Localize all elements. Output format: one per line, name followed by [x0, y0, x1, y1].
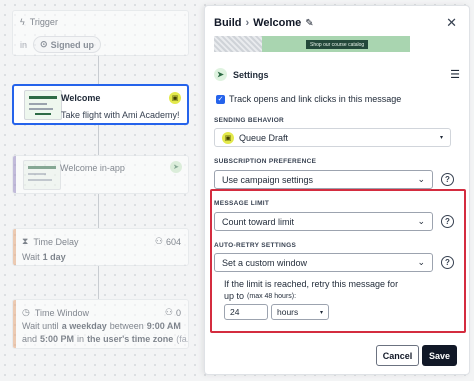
subscription-value: Use campaign settings: [222, 174, 314, 185]
connector-line: [98, 266, 99, 299]
send-icon: ➤: [214, 68, 227, 81]
trigger-in-label: in: [20, 39, 28, 50]
delay-wait-value: 1 day: [42, 252, 66, 262]
hourglass-icon: ⧗: [22, 236, 29, 246]
window-text: (fa...: [176, 334, 189, 344]
auto-retry-value: Set a custom window: [222, 257, 308, 268]
clock-icon: ◷: [22, 307, 30, 317]
delay-count: 604: [165, 236, 181, 247]
track-checkbox[interactable]: ✓: [216, 94, 225, 104]
settings-label: Settings: [233, 69, 269, 80]
trigger-card[interactable]: ϟ Trigger in ⊙ Signed up: [12, 10, 189, 56]
inapp-card-title: Welcome in-app: [60, 163, 125, 173]
retry-description: If the limit is reached, retry this mess…: [224, 279, 399, 289]
queue-draft-icon: ▣: [169, 92, 181, 104]
track-clicks-row[interactable]: ✓ Track opens and link clicks in this me…: [216, 94, 401, 104]
delay-title: Time Delay: [33, 236, 79, 247]
connector-line: [98, 194, 99, 228]
sending-behavior-label: SENDING BEHAVIOR: [214, 117, 285, 124]
panel-title: Welcome: [253, 17, 302, 29]
person-icon: ⚇: [164, 307, 173, 317]
message-limit-select[interactable]: Count toward limit ⌄: [214, 212, 433, 231]
chevron-down-icon: ⌄: [417, 216, 425, 226]
inapp-thumbnail: [23, 160, 61, 190]
save-button[interactable]: Save: [422, 345, 457, 366]
caret-down-icon: ▾: [439, 135, 443, 141]
retry-unit-value: hours: [277, 307, 299, 317]
person-icon: ⚇: [154, 236, 163, 246]
window-text: Wait until: [22, 321, 59, 331]
send-icon: ➤: [170, 161, 182, 173]
message-limit-label: MESSAGE LIMIT: [214, 200, 270, 207]
window-text: a weekday: [61, 321, 107, 331]
settings-header: ➤ Settings ☰: [214, 68, 460, 81]
help-icon[interactable]: ?: [441, 256, 454, 269]
queue-draft-icon: ▣: [222, 131, 234, 144]
window-text: the user's time zone: [87, 334, 174, 344]
retry-description: up to: [224, 291, 245, 301]
window-title: Time Window: [34, 307, 90, 318]
close-icon[interactable]: ✕: [446, 15, 457, 31]
welcome-email-card[interactable]: Welcome Take flight with Ami Academy! ▣: [12, 84, 189, 125]
help-icon[interactable]: ?: [441, 173, 454, 186]
caret-down-icon: ▾: [319, 309, 323, 316]
lightning-icon: ϟ: [20, 17, 25, 27]
connector-line: [98, 125, 99, 155]
email-preview-banner: Shop our course catalog: [214, 36, 410, 52]
workflow-canvas: ϟ Trigger in ⊙ Signed up Welcome Take fl…: [0, 0, 200, 381]
breadcrumb-separator: ›: [245, 17, 250, 29]
auto-retry-select[interactable]: Set a custom window ⌄: [214, 253, 433, 272]
segment-chip-label: Signed up: [50, 39, 95, 50]
help-icon[interactable]: ?: [441, 215, 454, 228]
auto-retry-label: AUTO-RETRY SETTINGS: [214, 242, 297, 249]
retry-unit-select[interactable]: hours ▾: [271, 304, 329, 320]
chevron-down-icon: ⌄: [417, 174, 425, 184]
breadcrumb-build[interactable]: Build: [214, 17, 242, 29]
pencil-icon[interactable]: ✎: [305, 18, 313, 29]
email-thumbnail: [24, 90, 62, 120]
sending-behavior-value: Queue Draft: [239, 132, 289, 143]
subscription-select[interactable]: Use campaign settings ⌄: [214, 170, 433, 189]
message-limit-value: Count toward limit: [222, 216, 295, 227]
sending-behavior-select[interactable]: ▣ Queue Draft ▾: [214, 128, 451, 147]
retry-amount-input[interactable]: 24: [224, 304, 268, 320]
time-window-card[interactable]: ◷ Time Window ⚇ 0 Wait until a weekday b…: [12, 299, 189, 349]
window-text: and: [22, 334, 38, 344]
window-count: 0: [175, 307, 181, 318]
delay-wait-prefix: Wait: [22, 252, 40, 262]
time-delay-card[interactable]: ⧗ Time Delay ⚇ 604 Wait 1 day: [12, 228, 189, 266]
message-settings-panel: Build › Welcome ✎ ✕ Shop our course cata…: [204, 5, 470, 375]
panel-header: Build › Welcome ✎: [214, 17, 314, 29]
window-text: in: [77, 334, 85, 344]
sliders-icon[interactable]: ☰: [450, 68, 460, 81]
banner-cta: Shop our course catalog: [306, 40, 369, 49]
segment-icon: ⊙: [40, 39, 48, 49]
connector-line: [98, 56, 99, 84]
chevron-down-icon: ⌄: [417, 257, 425, 267]
window-text: between: [109, 321, 144, 331]
cancel-button[interactable]: Cancel: [376, 345, 419, 366]
retry-max-note: (max 48 hours):: [247, 292, 297, 300]
welcome-card-subtitle: Take flight with Ami Academy!: [61, 110, 180, 120]
welcome-inapp-card[interactable]: Welcome in-app ➤: [12, 155, 189, 194]
trigger-label: Trigger: [29, 17, 58, 27]
window-text: 9:00 AM: [146, 321, 181, 331]
subscription-label: SUBSCRIPTION PREFERENCE: [214, 158, 317, 165]
welcome-card-title: Welcome: [61, 93, 101, 103]
segment-chip[interactable]: ⊙ Signed up: [33, 36, 102, 53]
window-text: 5:00 PM: [40, 334, 75, 344]
track-label: Track opens and link clicks in this mess…: [229, 94, 402, 104]
